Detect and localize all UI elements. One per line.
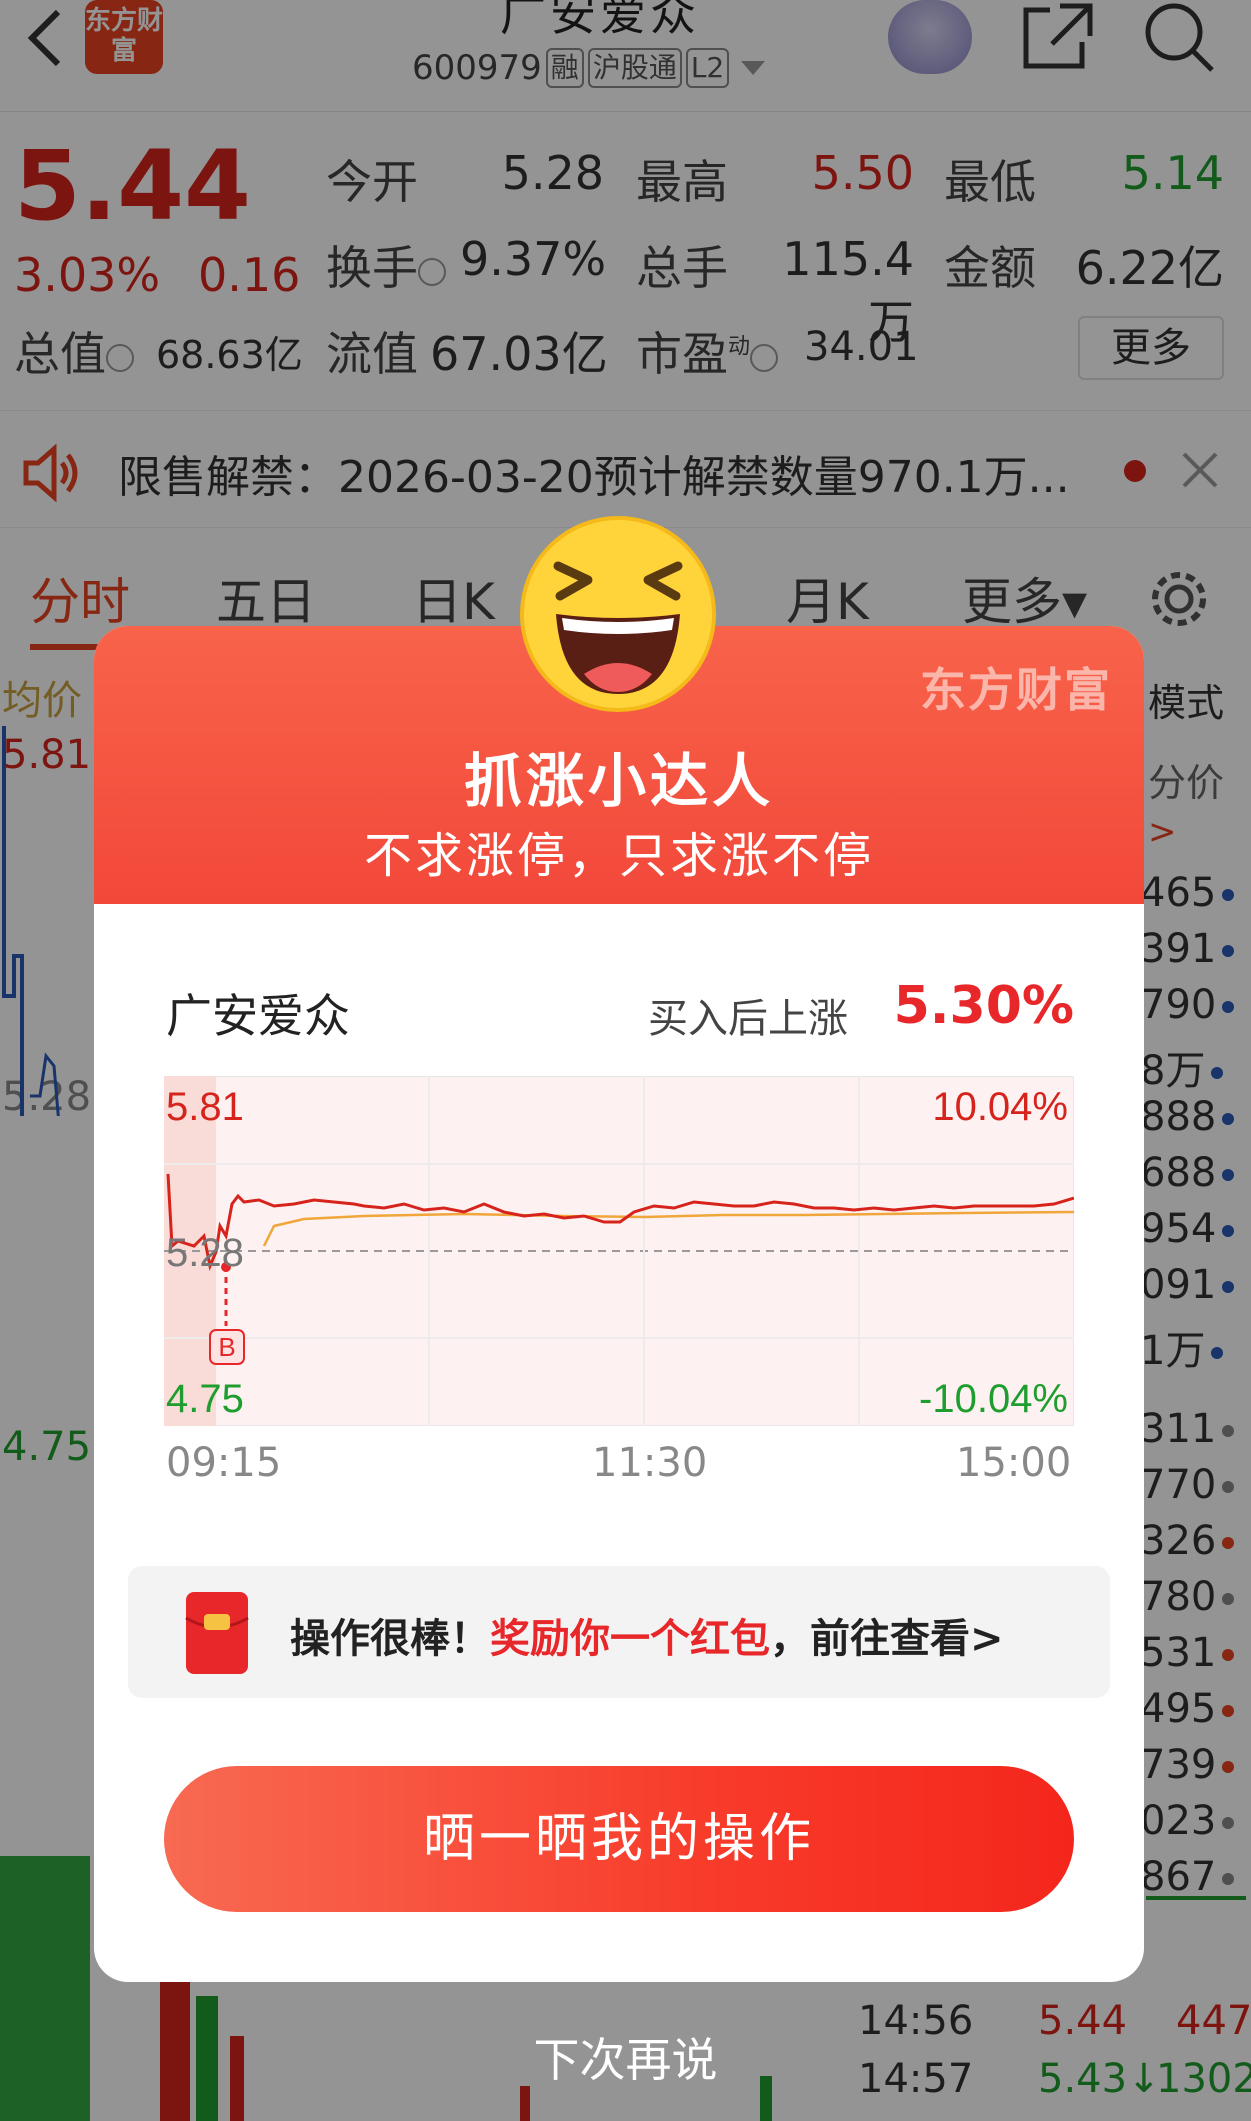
red-packet-reward-banner[interactable]: 操作很棒！奖励你一个红包，前往查看> [128,1566,1110,1698]
modal-subtitle: 不求涨停，只求涨不停 [363,828,874,884]
reward-prefix: 操作很棒！ [290,1616,490,1662]
modal-stock-name: 广安爱众 [166,989,350,1043]
reward-text: 操作很棒！奖励你一个红包，前往查看> [290,1606,1004,1664]
rise-value: 5.30% [893,976,1074,1036]
modal-title: 抓涨小达人 [463,747,774,815]
reward-suffix: ，前往查看> [770,1616,1004,1662]
rise-label: 买入后上涨 [648,996,848,1042]
time-axis-start: 09:15 [166,1440,282,1486]
chart-low-price: 4.75 [166,1377,244,1421]
chart-high-pct: 10.04% [932,1085,1068,1129]
share-operation-button[interactable]: 晒一晒我的操作 [164,1766,1074,1912]
chart-mid-price: 5.28 [166,1231,244,1275]
time-axis-end: 15:00 [956,1440,1072,1486]
achievement-modal: 东方财富 抓涨小达人 不求涨停，只求涨不停 广安爱众 买入后上涨 5.30% B… [94,626,1144,1982]
buy-marker-label: B [218,1332,235,1362]
reward-highlight: 奖励你一个红包 [490,1616,770,1662]
chart-high-price: 5.81 [166,1085,244,1129]
mini-intraday-chart: B 5.81 5.28 4.75 10.04% -10.04% [164,1076,1074,1426]
laughing-emoji-icon [520,516,716,712]
modal-brand-watermark: 东方财富 [920,663,1112,717]
chart-low-pct: -10.04% [919,1377,1068,1421]
dismiss-later-link[interactable]: 下次再说 [0,2024,1251,2090]
time-axis-mid: 11:30 [592,1440,708,1486]
red-packet-icon [185,1592,249,1674]
